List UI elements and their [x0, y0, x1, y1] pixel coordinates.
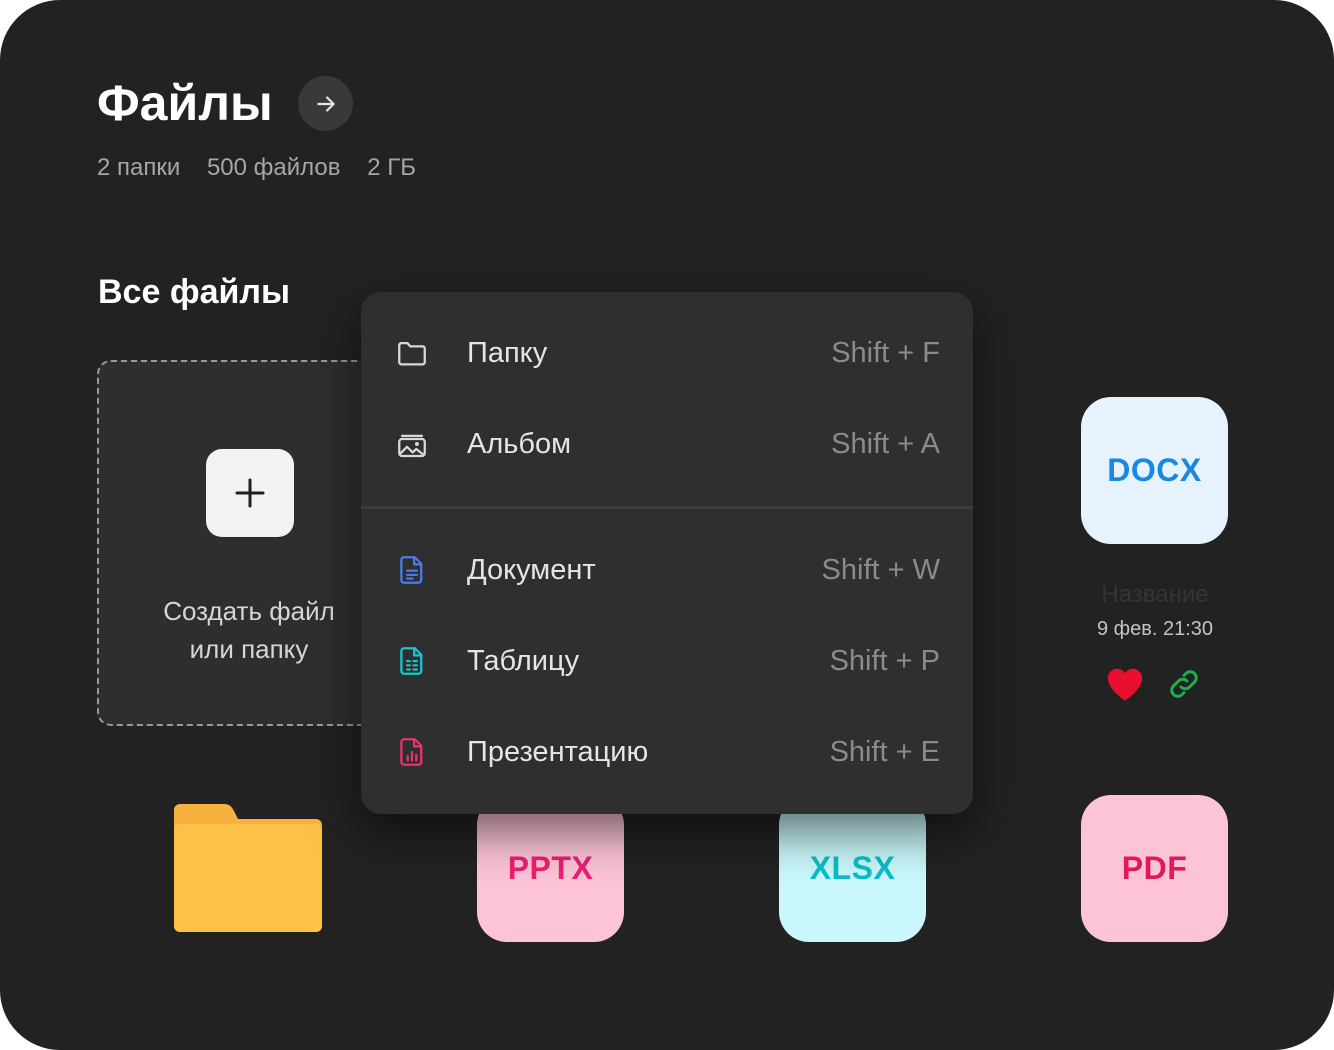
create-menu: Папку Shift + F Альбом Shift + A Докумен…: [361, 292, 973, 814]
storage-summary: 2 папки 500 файлов 2 ГБ: [97, 154, 436, 182]
menu-item-shortcut: Shift + F: [831, 337, 940, 369]
files-count: 500 файлов: [206, 154, 341, 181]
files-screen: Файлы 2 папки 500 файлов 2 ГБ Все файлы …: [0, 0, 1334, 1050]
create-label: Создать файл или папку: [163, 596, 335, 664]
menu-item-label: Документ: [467, 554, 596, 586]
xlsx-label: XLSX: [809, 850, 896, 886]
menu-item-folder[interactable]: Папку Shift + F: [361, 308, 973, 398]
menu-divider: [361, 506, 973, 509]
presentation-icon: [400, 738, 423, 766]
pptx-label: PPTX: [507, 850, 594, 886]
spreadsheet-icon: [400, 647, 423, 675]
page-title: Файлы: [97, 75, 273, 131]
menu-item-label: Презентацию: [467, 736, 649, 768]
plus-icon: [235, 478, 265, 508]
heart-icon: [1107, 668, 1143, 701]
share-link-button[interactable]: [1166, 666, 1202, 707]
menu-item-document[interactable]: Документ Shift + W: [361, 525, 973, 615]
open-files-button[interactable]: [298, 76, 353, 131]
file-date: 9 фев. 21:30: [1096, 618, 1214, 640]
menu-item-spreadsheet[interactable]: Таблицу Shift + P: [361, 616, 973, 706]
folder-icon[interactable]: [174, 804, 322, 932]
menu-item-album[interactable]: Альбом Shift + A: [361, 399, 973, 489]
link-icon: [1170, 670, 1198, 698]
menu-item-label: Альбом: [467, 428, 572, 460]
xlsx-file-tile[interactable]: XLSX: [779, 795, 926, 942]
create-button[interactable]: [206, 449, 294, 537]
file-name: Название: [1101, 581, 1209, 608]
pdf-file-tile[interactable]: PDF: [1081, 795, 1228, 942]
menu-item-shortcut: Shift + W: [821, 554, 940, 586]
section-title: Все файлы: [98, 273, 291, 311]
menu-item-shortcut: Shift + E: [829, 736, 940, 768]
arrow-right-icon: [316, 95, 335, 112]
menu-item-label: Таблицу: [467, 645, 580, 677]
menu-item-label: Папку: [467, 337, 548, 369]
menu-item-shortcut: Shift + P: [829, 645, 940, 677]
favorite-button[interactable]: [1106, 666, 1144, 707]
folders-count: 2 папки: [97, 154, 181, 181]
docx-file-tile[interactable]: DOCX: [1081, 397, 1228, 544]
pdf-label: PDF: [1121, 850, 1188, 886]
menu-item-presentation[interactable]: Презентацию Shift + E: [361, 707, 973, 797]
document-icon: [400, 556, 423, 584]
album-icon: [398, 434, 426, 458]
storage-size: 2 ГБ: [367, 154, 416, 181]
menu-item-shortcut: Shift + A: [831, 428, 940, 460]
folder-outline-icon: [398, 341, 426, 366]
pptx-file-tile[interactable]: PPTX: [477, 795, 624, 942]
docx-label: DOCX: [1107, 452, 1202, 488]
